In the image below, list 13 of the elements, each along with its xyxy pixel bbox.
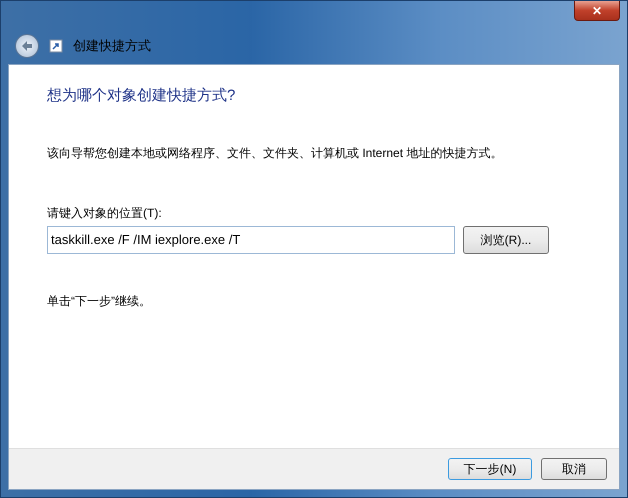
- location-field[interactable]: taskkill.exe /F /IM iexplore.exe /T: [47, 226, 455, 254]
- description-text: 该向导帮您创建本地或网络程序、文件、文件夹、计算机或 Internet 地址的快捷方式。: [47, 144, 504, 162]
- window-title: 创建快捷方式: [73, 37, 151, 56]
- browse-button[interactable]: 浏览(R)...: [463, 226, 549, 254]
- dialog-button[interactable]: 下一步(N): [448, 458, 532, 480]
- shortcut-icon: [49, 39, 63, 53]
- location-label: 请键入对象的位置(T):: [47, 204, 163, 222]
- back-button[interactable]: [15, 34, 39, 58]
- close-button[interactable]: ✕: [574, 1, 620, 21]
- wizard-heading: 想为哪个对象创建快捷方式?: [47, 86, 236, 106]
- back-arrow-icon: [21, 40, 33, 52]
- hint-text: 单击“下一步”继续。: [47, 292, 152, 310]
- dialog-button[interactable]: 取消: [541, 458, 607, 480]
